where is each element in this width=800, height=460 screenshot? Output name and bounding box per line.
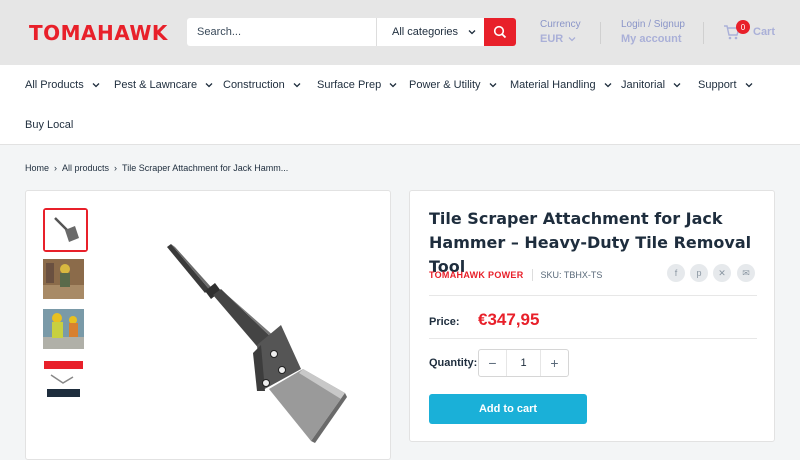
currency-value: EUR — [540, 33, 564, 45]
header-divider — [703, 22, 704, 44]
thumbnail-2[interactable] — [43, 259, 88, 303]
chevron-down-icon — [205, 83, 213, 88]
chevron-down-icon — [389, 83, 397, 88]
nav-item-surface-prep[interactable]: Surface Prep — [317, 79, 397, 91]
currency-selector[interactable]: Currency EUR — [540, 18, 581, 46]
logo[interactable]: TOMAHAWK — [29, 21, 168, 45]
chevron-down-icon — [293, 83, 301, 88]
nav-item-material-handling[interactable]: Material Handling — [510, 79, 612, 91]
account-label: Login / Signup — [621, 19, 685, 30]
divider — [531, 269, 533, 281]
chevron-down-icon — [604, 83, 612, 88]
divider — [429, 295, 757, 296]
nav-item-power-utility[interactable]: Power & Utility — [409, 79, 497, 91]
nav-item-support[interactable]: Support — [698, 79, 753, 91]
cart-button[interactable]: 0 Cart — [723, 20, 776, 40]
search-button[interactable] — [484, 18, 516, 46]
nav-item-buy-local[interactable]: Buy Local — [25, 119, 73, 131]
product-info-card: Tile Scraper Attachment for Jack Hammer … — [409, 190, 775, 442]
vendor-link[interactable]: TOMAHAWK POWER — [429, 270, 524, 280]
sku: SKU: TBHX-TS — [540, 270, 603, 280]
nav-item-janitorial[interactable]: Janitorial — [621, 79, 681, 91]
chevron-down-icon — [745, 83, 752, 88]
share-facebook-icon[interactable]: f — [667, 264, 685, 282]
cart-count-badge: 0 — [736, 20, 750, 34]
product-meta: TOMAHAWK POWER SKU: TBHX-TS — [429, 269, 602, 281]
currency-label: Currency — [540, 19, 581, 30]
thumbnail-4[interactable] — [43, 359, 88, 403]
category-select[interactable]: All categories — [376, 18, 484, 46]
main-navigation: All Products Pest & Lawncare Constructio… — [0, 65, 800, 145]
quantity-input[interactable]: 1 — [506, 350, 541, 376]
nav-item-label: Surface Prep — [317, 79, 382, 91]
nav-item-label: Buy Local — [25, 119, 74, 131]
nav-item-pest-lawncare[interactable]: Pest & Lawncare — [114, 79, 213, 91]
product-price: €347,95 — [478, 310, 540, 329]
chevron-down-icon — [489, 83, 496, 88]
worker-photo-thumbnail — [43, 309, 84, 349]
add-to-cart-button[interactable]: Add to cart — [429, 394, 587, 424]
nav-item-label: Material Handling — [510, 79, 596, 91]
increase-quantity-button[interactable]: + — [541, 350, 568, 376]
top-header: TOMAHAWK All categories Currency EUR Log… — [0, 0, 800, 65]
search-bar: All categories — [187, 18, 516, 46]
account-link[interactable]: Login / Signup My account — [621, 18, 685, 46]
share-twitter-icon[interactable]: ✕ — [713, 264, 731, 282]
search-input[interactable] — [187, 18, 376, 46]
nav-item-all-products[interactable]: All Products — [25, 79, 100, 91]
quantity-stepper: − 1 + — [478, 349, 569, 377]
thumbnail-1[interactable] — [43, 208, 88, 252]
price-label: Price: — [429, 316, 460, 328]
currency-value-row: EUR — [540, 32, 581, 46]
breadcrumb-home[interactable]: Home — [25, 163, 49, 173]
worker-photo-thumbnail — [43, 259, 84, 299]
nav-item-label: Janitorial — [621, 79, 666, 91]
divider — [429, 338, 757, 339]
share-email-icon[interactable]: ✉ — [737, 264, 755, 282]
nav-item-construction[interactable]: Construction — [223, 79, 301, 91]
product-gallery — [25, 190, 391, 460]
spare-parts-poster-thumbnail — [43, 359, 84, 399]
nav-item-label: Power & Utility — [409, 79, 481, 91]
chevron-down-icon — [673, 83, 681, 88]
tile-scraper-thumbnail-image — [45, 210, 86, 250]
search-icon — [493, 25, 507, 39]
header-divider — [600, 22, 601, 44]
category-select-value: All categories — [392, 26, 459, 38]
chevron-right-icon: › — [54, 163, 58, 173]
product-main-image — [167, 244, 347, 443]
decrease-quantity-button[interactable]: − — [479, 350, 506, 376]
breadcrumb-current: Tile Scraper Attachment for Jack Hamm... — [122, 163, 289, 173]
chevron-right-icon: › — [114, 163, 118, 173]
nav-item-label: Pest & Lawncare — [114, 79, 198, 91]
breadcrumb: Home › All products › Tile Scraper Attac… — [25, 163, 288, 173]
thumbnail-3[interactable] — [43, 309, 88, 353]
chevron-down-icon — [92, 83, 100, 88]
cart-label: Cart — [753, 26, 776, 38]
quantity-label: Quantity: — [429, 357, 478, 369]
nav-item-label: All Products — [25, 79, 84, 91]
chevron-down-icon — [468, 30, 476, 35]
nav-item-label: Construction — [223, 79, 285, 91]
chevron-down-icon — [568, 37, 576, 42]
share-pinterest-icon[interactable]: p — [690, 264, 708, 282]
breadcrumb-all-products[interactable]: All products — [62, 163, 109, 173]
nav-item-label: Support — [698, 79, 737, 91]
account-value: My account — [621, 33, 682, 45]
